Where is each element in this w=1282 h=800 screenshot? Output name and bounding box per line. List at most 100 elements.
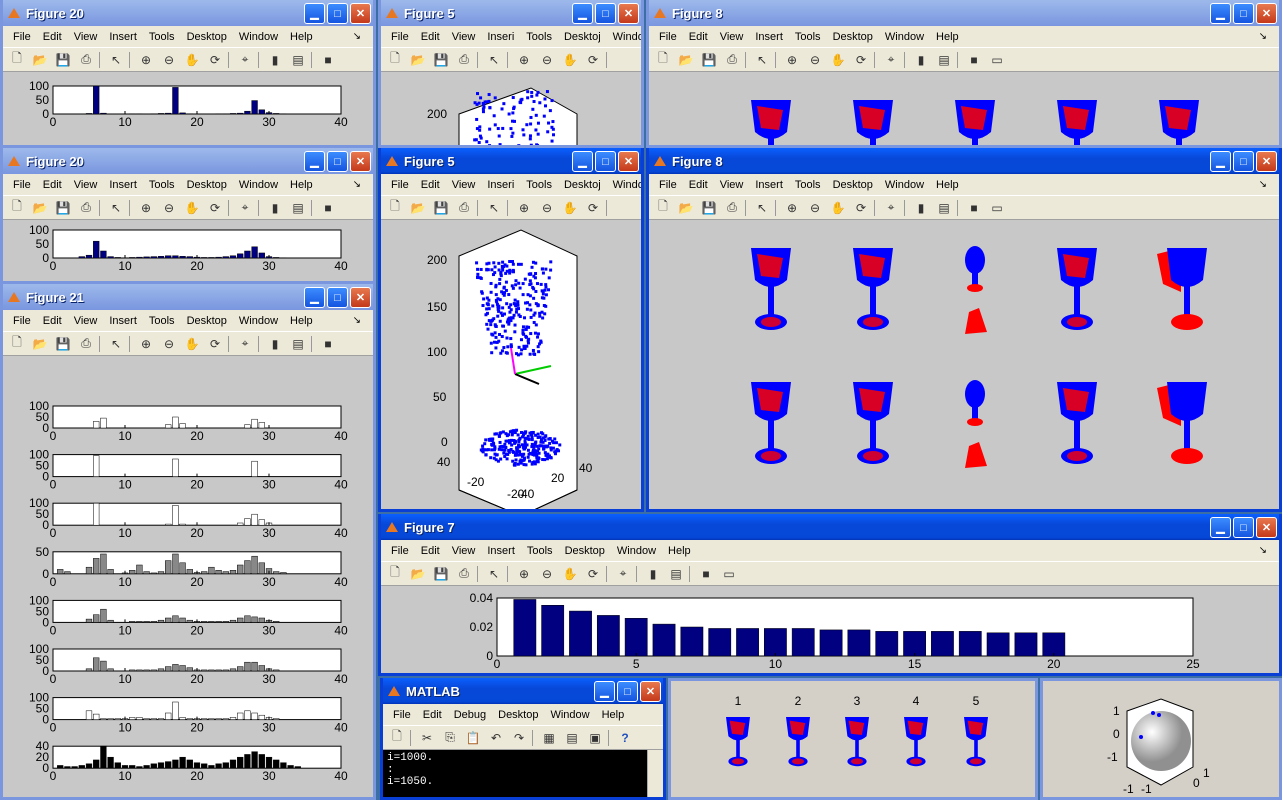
figure8-window[interactable]: Figure 8 ▁ □ ✕ File Edit View Insert Tools Desk… bbox=[646, 148, 1282, 512]
new-file-icon[interactable]: 🗋 bbox=[387, 728, 407, 748]
menu-file[interactable]: File bbox=[385, 31, 415, 43]
menu-insert[interactable]: Insert bbox=[103, 31, 143, 43]
menu-debug[interactable]: Debug bbox=[448, 709, 492, 721]
save-icon[interactable]: 💾 bbox=[53, 334, 73, 354]
close-button[interactable]: ✕ bbox=[350, 151, 371, 172]
menu-file[interactable]: File bbox=[653, 31, 683, 43]
menu-help[interactable]: Help bbox=[930, 179, 965, 191]
titlebar[interactable]: Figure 5 ▁ □ ✕ bbox=[381, 148, 641, 174]
copy-icon[interactable]: ⎘ bbox=[440, 728, 460, 748]
menu-tools[interactable]: Tools bbox=[789, 179, 827, 191]
menu-file[interactable]: File bbox=[7, 179, 37, 191]
print-icon[interactable]: ⎙ bbox=[76, 50, 96, 70]
menu-file[interactable]: File bbox=[385, 179, 415, 191]
menu-inseri[interactable]: Inseri bbox=[481, 179, 520, 191]
maximize-button[interactable]: □ bbox=[617, 681, 638, 702]
open-file-icon[interactable]: 📂 bbox=[676, 198, 696, 218]
open-file-icon[interactable]: 📂 bbox=[30, 50, 50, 70]
minimize-button[interactable]: ▁ bbox=[304, 287, 325, 308]
show-plot-tools-icon[interactable]: ▭ bbox=[987, 198, 1007, 218]
menu-file[interactable]: File bbox=[385, 545, 415, 557]
menu-insert[interactable]: Insert bbox=[749, 31, 789, 43]
show-plot-tools-icon[interactable]: ▭ bbox=[987, 50, 1007, 70]
menu-insert[interactable]: Insert bbox=[481, 545, 521, 557]
save-icon[interactable]: 💾 bbox=[699, 50, 719, 70]
open-file-icon[interactable]: 📂 bbox=[408, 564, 428, 584]
pan-hand-icon[interactable]: ✋ bbox=[182, 198, 202, 218]
save-icon[interactable]: 💾 bbox=[431, 50, 451, 70]
hide-plot-tools-icon[interactable]: ■ bbox=[318, 334, 338, 354]
menu-insert[interactable]: Insert bbox=[103, 179, 143, 191]
menu-desktop[interactable]: Desktop bbox=[827, 179, 879, 191]
hide-plot-tools-icon[interactable]: ■ bbox=[696, 564, 716, 584]
maximize-button[interactable]: □ bbox=[1233, 517, 1254, 538]
maximize-button[interactable]: □ bbox=[327, 3, 348, 24]
menu-edit[interactable]: Edit bbox=[417, 709, 448, 721]
figure5-window[interactable]: Figure 5 ▁ □ ✕ File Edit View Inseri Tools Desk… bbox=[378, 148, 644, 512]
minimize-button[interactable]: ▁ bbox=[572, 3, 593, 24]
print-icon[interactable]: ⎙ bbox=[722, 50, 742, 70]
undo-icon[interactable]: ↶ bbox=[486, 728, 506, 748]
dock-arrow-icon[interactable]: ↘ bbox=[1253, 179, 1273, 190]
open-file-icon[interactable]: 📂 bbox=[676, 50, 696, 70]
data-cursor-icon[interactable]: ⌖ bbox=[235, 50, 255, 70]
zoom-out-icon[interactable]: ⊖ bbox=[159, 334, 179, 354]
menu-desktop[interactable]: Desktop bbox=[181, 179, 233, 191]
maximize-button[interactable]: □ bbox=[595, 3, 616, 24]
zoom-out-icon[interactable]: ⊖ bbox=[159, 198, 179, 218]
menu-tools[interactable]: Tools bbox=[143, 179, 181, 191]
menu-view[interactable]: View bbox=[446, 179, 482, 191]
menu-desktop[interactable]: Desktop bbox=[827, 31, 879, 43]
menu-tools[interactable]: Tools bbox=[143, 31, 181, 43]
menu-tools[interactable]: Tools bbox=[520, 179, 558, 191]
save-icon[interactable]: 💾 bbox=[53, 198, 73, 218]
colorbar-icon[interactable]: ▮ bbox=[265, 198, 285, 218]
menu-insert[interactable]: Insert bbox=[103, 315, 143, 327]
rotate-3d-icon[interactable]: ⟳ bbox=[583, 198, 603, 218]
close-button[interactable]: ✕ bbox=[1256, 3, 1277, 24]
pan-hand-icon[interactable]: ✋ bbox=[828, 198, 848, 218]
select-arrow-icon[interactable]: ↖ bbox=[484, 50, 504, 70]
menu-view[interactable]: View bbox=[714, 179, 750, 191]
menu-desktop[interactable]: Desktop bbox=[559, 545, 611, 557]
open-file-icon[interactable]: 📂 bbox=[408, 198, 428, 218]
titlebar[interactable]: Figure 20 ▁ □ ✕ bbox=[3, 148, 373, 174]
menu-edit[interactable]: Edit bbox=[37, 315, 68, 327]
menu-file[interactable]: File bbox=[7, 315, 37, 327]
menu-windov[interactable]: Windov bbox=[607, 179, 641, 191]
maximize-button[interactable]: □ bbox=[1233, 151, 1254, 172]
menu-desktop[interactable]: Desktop bbox=[492, 709, 544, 721]
menu-edit[interactable]: Edit bbox=[415, 545, 446, 557]
zoom-in-icon[interactable]: ⊕ bbox=[514, 50, 534, 70]
close-button[interactable]: ✕ bbox=[350, 287, 371, 308]
titlebar[interactable]: MATLAB ▁ □ ✕ bbox=[383, 678, 663, 704]
command-window[interactable]: i=1000. : i=1050. bbox=[383, 750, 647, 797]
menu-edit[interactable]: Edit bbox=[683, 179, 714, 191]
zoom-in-icon[interactable]: ⊕ bbox=[782, 50, 802, 70]
colorbar-icon[interactable]: ▮ bbox=[265, 50, 285, 70]
close-button[interactable]: ✕ bbox=[1256, 151, 1277, 172]
data-cursor-icon[interactable]: ⌖ bbox=[235, 198, 255, 218]
close-button[interactable]: ✕ bbox=[618, 3, 639, 24]
open-file-icon[interactable]: 📂 bbox=[30, 334, 50, 354]
figure5-window-back[interactable]: Figure 5 ▁ □ ✕ File Edit View Inseri Tools Desk… bbox=[378, 0, 644, 148]
open-file-icon[interactable]: 📂 bbox=[30, 198, 50, 218]
hide-plot-tools-icon[interactable]: ■ bbox=[964, 198, 984, 218]
select-arrow-icon[interactable]: ↖ bbox=[106, 198, 126, 218]
dock-arrow-icon[interactable]: ↘ bbox=[347, 31, 367, 42]
menu-view[interactable]: View bbox=[68, 179, 104, 191]
print-icon[interactable]: ⎙ bbox=[454, 50, 474, 70]
menu-edit[interactable]: Edit bbox=[37, 31, 68, 43]
colorbar-icon[interactable]: ▮ bbox=[265, 334, 285, 354]
dock-arrow-icon[interactable]: ↘ bbox=[347, 315, 367, 326]
minimize-button[interactable]: ▁ bbox=[1210, 517, 1231, 538]
help-icon[interactable]: ? bbox=[615, 728, 635, 748]
new-figure-icon[interactable]: 🗋 bbox=[7, 50, 27, 70]
maximize-button[interactable]: □ bbox=[327, 287, 348, 308]
new-figure-icon[interactable]: 🗋 bbox=[653, 50, 673, 70]
maximize-button[interactable]: □ bbox=[595, 151, 616, 172]
minimize-button[interactable]: ▁ bbox=[1210, 3, 1231, 24]
pan-hand-icon[interactable]: ✋ bbox=[828, 50, 848, 70]
paste-icon[interactable]: 📋 bbox=[463, 728, 483, 748]
menu-window[interactable]: Window bbox=[233, 179, 284, 191]
